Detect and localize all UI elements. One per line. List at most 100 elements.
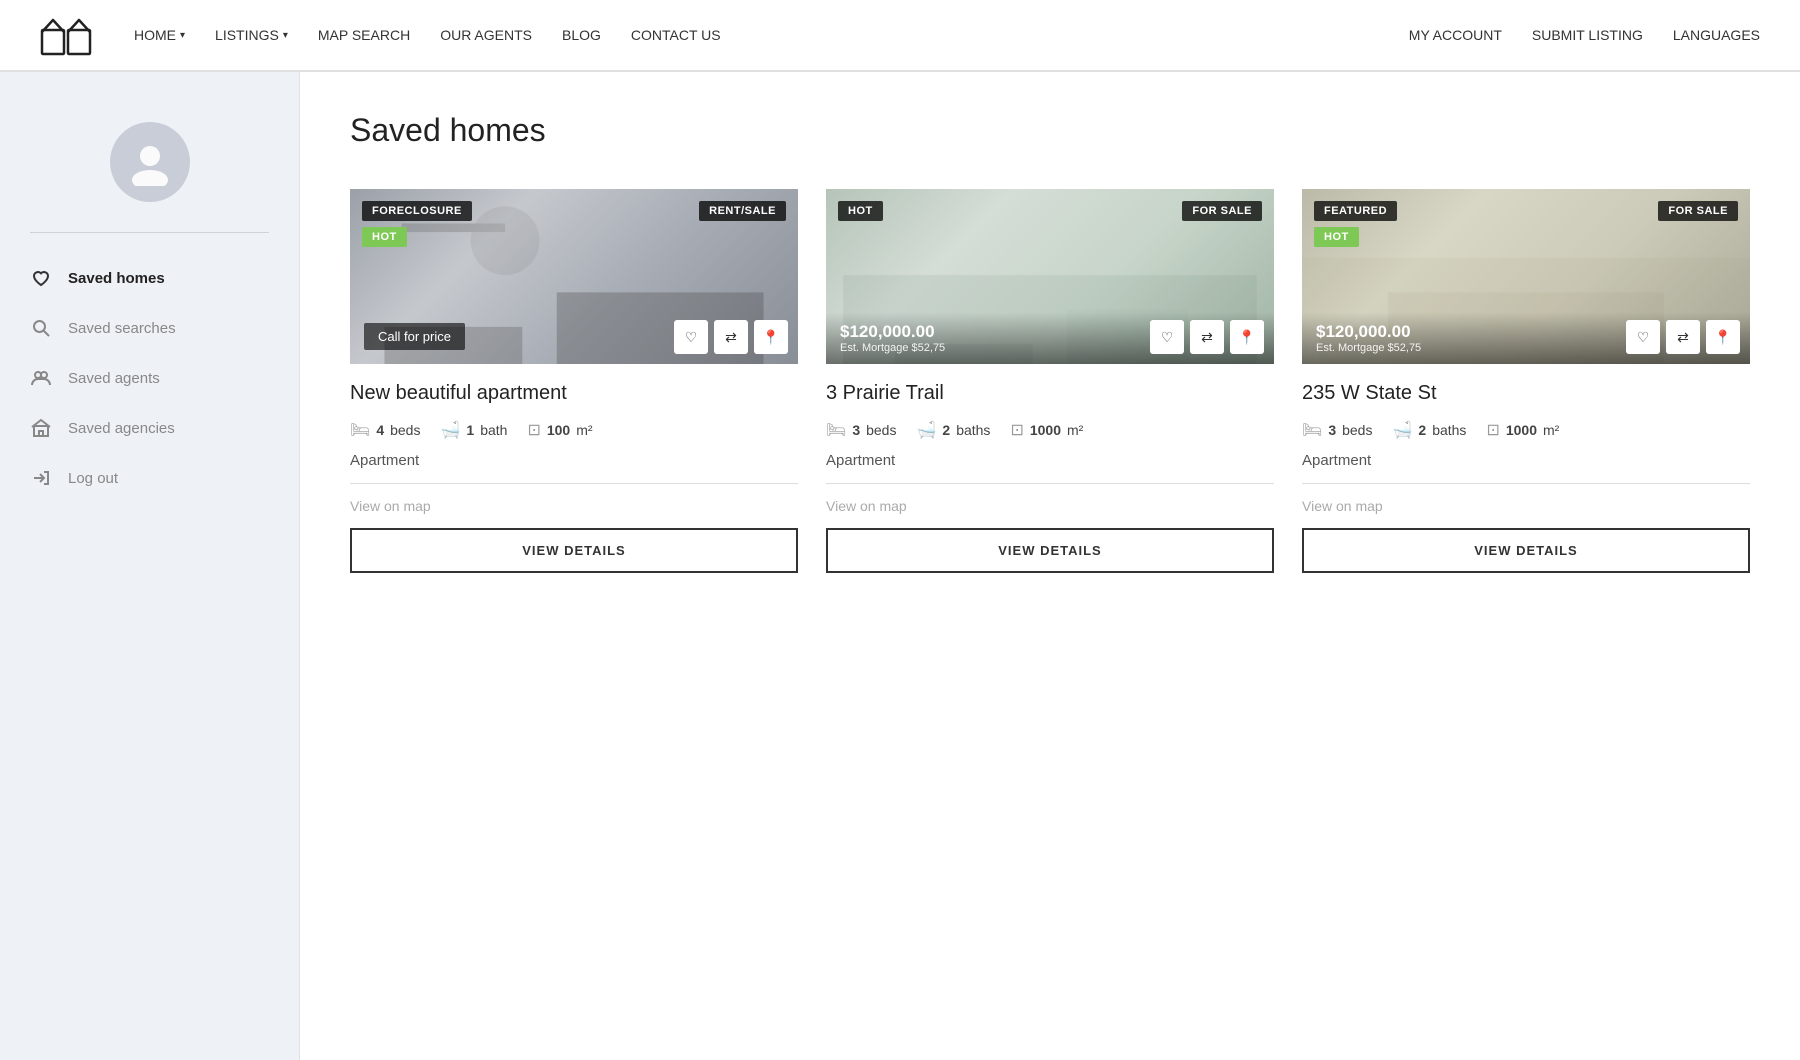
sidebar-label-saved-homes: Saved homes: [68, 270, 165, 287]
beds-feature-1: 🛏 4 beds: [350, 420, 420, 440]
bed-icon-1: 🛏: [350, 420, 370, 440]
area-count-2: 1000: [1030, 422, 1061, 438]
area-unit-3: m²: [1543, 422, 1559, 438]
call-for-price: Call for price: [364, 323, 465, 350]
badge-foreclosure: FORECLOSURE: [362, 201, 472, 221]
map-btn-1[interactable]: 📍: [754, 320, 788, 354]
mortgage-3: Est. Mortgage $52,75: [1316, 342, 1421, 354]
baths-count-1: 1: [466, 422, 474, 438]
search-icon: [30, 317, 52, 339]
card-body-3: 235 W State St 🛏 3 beds 🛁 2 baths: [1302, 364, 1750, 573]
sidebar: Saved homes Saved searches: [0, 72, 300, 1060]
card-features-3: 🛏 3 beds 🛁 2 baths ⊡ 1000 m²: [1302, 420, 1750, 440]
view-on-map-3[interactable]: View on map: [1302, 498, 1750, 514]
avatar-area: [0, 102, 299, 232]
badge-hot-2: HOT: [838, 201, 883, 221]
agents-icon: [30, 367, 52, 389]
nav-languages[interactable]: LANGUAGES: [1673, 27, 1760, 43]
agencies-icon: [30, 417, 52, 439]
map-btn-3[interactable]: 📍: [1706, 320, 1740, 354]
beds-feature-2: 🛏 3 beds: [826, 420, 896, 440]
card-body-2: 3 Prairie Trail 🛏 3 beds 🛁 2 baths: [826, 364, 1274, 573]
bed-icon-2: 🛏: [826, 420, 846, 440]
area-unit-2: m²: [1067, 422, 1083, 438]
area-feature-1: ⊡ 100 m²: [527, 420, 592, 440]
sidebar-item-saved-searches[interactable]: Saved searches: [10, 303, 289, 353]
area-count-1: 100: [547, 422, 570, 438]
favorite-btn-3[interactable]: ♡: [1626, 320, 1660, 354]
price-3: $120,000.00: [1316, 322, 1421, 342]
content-area: Saved homes FORECLOSURE: [300, 72, 1800, 1060]
card-image-1: FORECLOSURE HOT RENT/SALE Call for price…: [350, 189, 798, 364]
page-title: Saved homes: [350, 112, 1750, 149]
area-feature-3: ⊡ 1000 m²: [1486, 420, 1559, 440]
view-on-map-1[interactable]: View on map: [350, 498, 798, 514]
bath-label-1: bath: [480, 422, 507, 438]
nav-contact-us[interactable]: CONTACT US: [631, 27, 721, 43]
badge-rent-sale: RENT/SALE: [699, 201, 786, 221]
area-icon-3: ⊡: [1486, 420, 1499, 440]
nav-submit-listing[interactable]: SUBMIT LISTING: [1532, 27, 1643, 43]
price-2: $120,000.00: [840, 322, 945, 342]
card-title-1: New beautiful apartment: [350, 380, 798, 406]
area-icon-2: ⊡: [1010, 420, 1023, 440]
badge-featured: FEATURED: [1314, 201, 1397, 221]
bath-label-2: baths: [956, 422, 990, 438]
nav-my-account[interactable]: MY ACCOUNT: [1409, 27, 1502, 43]
share-btn-3[interactable]: ⇄: [1666, 320, 1700, 354]
property-card-2: HOT FOR SALE $120,000.00 Est. Mortgage $…: [826, 189, 1274, 573]
nav-map-search[interactable]: MAP SEARCH: [318, 27, 410, 43]
card-type-2: Apartment: [826, 452, 1274, 469]
header: HOME ▾ LISTINGS ▾ MAP SEARCH OUR AGENTS …: [0, 0, 1800, 72]
beds-feature-3: 🛏 3 beds: [1302, 420, 1372, 440]
view-details-btn-3[interactable]: VIEW DETAILS: [1302, 528, 1750, 573]
property-card-3: FEATURED HOT FOR SALE $120,000.00 Est. M…: [1302, 189, 1750, 573]
main-layout: Saved homes Saved searches: [0, 72, 1800, 1060]
baths-feature-2: 🛁 2 baths: [916, 420, 990, 440]
bath-icon-3: 🛁: [1392, 420, 1412, 440]
nav-blog[interactable]: BLOG: [562, 27, 601, 43]
nav-listings[interactable]: LISTINGS ▾: [215, 27, 288, 43]
sidebar-divider: [30, 232, 269, 233]
nav-right: MY ACCOUNT SUBMIT LISTING LANGUAGES: [1409, 27, 1760, 43]
favorite-btn-2[interactable]: ♡: [1150, 320, 1184, 354]
view-details-btn-1[interactable]: VIEW DETAILS: [350, 528, 798, 573]
card-actions-1: ♡ ⇄ 📍: [674, 320, 788, 354]
bath-label-3: baths: [1432, 422, 1466, 438]
logo[interactable]: [40, 12, 94, 58]
badge-hot-1: HOT: [362, 227, 407, 247]
sidebar-item-saved-agents[interactable]: Saved agents: [10, 353, 289, 403]
area-icon-1: ⊡: [527, 420, 540, 440]
sidebar-item-saved-homes[interactable]: Saved homes: [10, 253, 289, 303]
baths-feature-3: 🛁 2 baths: [1392, 420, 1466, 440]
card-image-2: HOT FOR SALE $120,000.00 Est. Mortgage $…: [826, 189, 1274, 364]
beds-label-1: beds: [390, 422, 420, 438]
bath-icon-1: 🛁: [440, 420, 460, 440]
nav-home[interactable]: HOME ▾: [134, 27, 185, 43]
nav-our-agents[interactable]: OUR AGENTS: [440, 27, 532, 43]
view-on-map-2[interactable]: View on map: [826, 498, 1274, 514]
property-card-1: FORECLOSURE HOT RENT/SALE Call for price…: [350, 189, 798, 573]
logout-icon: [30, 467, 52, 489]
nav-left: HOME ▾ LISTINGS ▾ MAP SEARCH OUR AGENTS …: [134, 27, 1409, 43]
beds-label-2: beds: [866, 422, 896, 438]
map-btn-2[interactable]: 📍: [1230, 320, 1264, 354]
sidebar-label-saved-agents: Saved agents: [68, 370, 160, 387]
badge-for-sale-2: FOR SALE: [1182, 201, 1262, 221]
beds-count-1: 4: [376, 422, 384, 438]
sidebar-item-saved-agencies[interactable]: Saved agencies: [10, 403, 289, 453]
card-type-3: Apartment: [1302, 452, 1750, 469]
favorite-btn-1[interactable]: ♡: [674, 320, 708, 354]
card-divider-1: [350, 483, 798, 484]
heart-icon: [30, 267, 52, 289]
share-btn-1[interactable]: ⇄: [714, 320, 748, 354]
card-body-1: New beautiful apartment 🛏 4 beds 🛁 1 bat…: [350, 364, 798, 573]
card-type-1: Apartment: [350, 452, 798, 469]
beds-count-2: 3: [852, 422, 860, 438]
card-title-2: 3 Prairie Trail: [826, 380, 1274, 406]
sidebar-label-saved-searches: Saved searches: [68, 320, 176, 337]
sidebar-item-log-out[interactable]: Log out: [10, 453, 289, 503]
view-details-btn-2[interactable]: VIEW DETAILS: [826, 528, 1274, 573]
share-btn-2[interactable]: ⇄: [1190, 320, 1224, 354]
bed-icon-3: 🛏: [1302, 420, 1322, 440]
